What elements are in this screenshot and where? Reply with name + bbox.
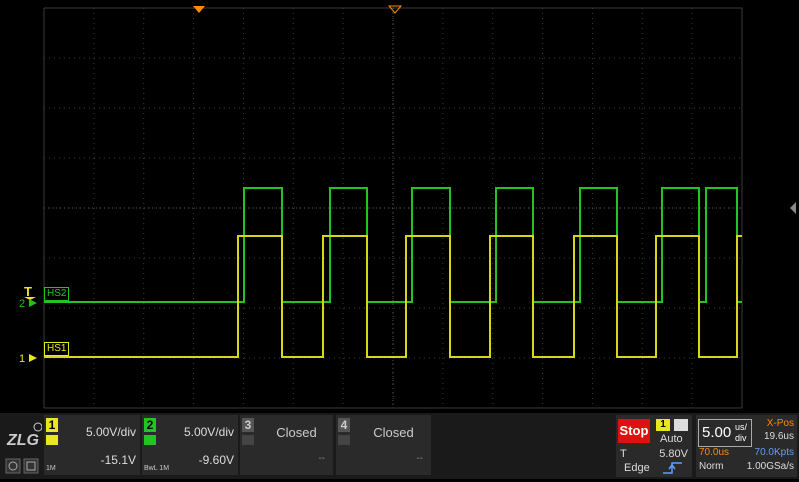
- trigger-mode: Auto: [660, 433, 683, 445]
- timebase-unit-bottom: div: [735, 433, 747, 443]
- ch4-offset: --: [416, 453, 423, 464]
- ch2-coupling-icon: [144, 435, 156, 445]
- sample-rate: 1.00GSa/s: [746, 461, 794, 472]
- edge-rising-icon: [663, 462, 682, 474]
- delay-value: 70.0us: [699, 447, 730, 458]
- ch4-status: Closed: [373, 425, 414, 440]
- ch2-label: HS2: [44, 287, 70, 301]
- ch2-offset: -9.60V: [198, 453, 234, 467]
- ch2-settings[interactable]: 2 5.00V/div -9.60V BwL 1M: [142, 415, 238, 475]
- ch1-number: 1: [46, 418, 58, 432]
- waveform-area[interactable]: T 2 1: [0, 0, 799, 413]
- acquisition-mode: Norm: [699, 461, 724, 472]
- status-bar: ZLG 1 5.00V/div -15.1V 1M 2 5.00V/div -9…: [0, 413, 799, 479]
- timebase-scale-box[interactable]: 5.00 us/ div: [698, 419, 752, 447]
- ch4-settings[interactable]: 4 Closed --: [336, 415, 431, 475]
- ch2-offset-marker[interactable]: 2: [19, 298, 25, 310]
- ch2-scale: 5.00V/div: [183, 425, 234, 439]
- ch1-impedance: 1M: [46, 465, 56, 472]
- ch3-settings[interactable]: 3 Closed --: [240, 415, 333, 475]
- trigger-source[interactable]: 1: [656, 419, 670, 431]
- trigger-type: Edge: [624, 462, 650, 474]
- zlg-logo: ZLG: [4, 415, 43, 477]
- xpos-label: X-Pos: [766, 418, 794, 429]
- timebase-unit-top: us/: [735, 422, 748, 432]
- ch1-label: HS1: [44, 342, 70, 356]
- memory-depth: 70.0Kpts: [754, 447, 794, 458]
- coupling-icon: [674, 419, 688, 431]
- ch1-scale: 5.00V/div: [85, 425, 136, 439]
- trigger-label: T: [620, 448, 627, 460]
- ch3-offset: --: [318, 453, 325, 464]
- trigger-level-marker[interactable]: T: [24, 284, 32, 299]
- ch1-settings[interactable]: 1 5.00V/div -15.1V 1M: [44, 415, 140, 475]
- run-stop-button[interactable]: Stop: [618, 419, 650, 443]
- oscilloscope-display: T 2 1 HS2 HS1: [0, 0, 799, 479]
- ch3-coupling-icon: [242, 435, 254, 445]
- xpos-value: 19.6us: [763, 431, 794, 442]
- ch4-coupling-icon: [338, 435, 350, 445]
- svg-text:ZLG: ZLG: [6, 432, 39, 449]
- timebase-scale: 5.00: [702, 424, 732, 441]
- ch3-number: 3: [242, 418, 254, 432]
- ch1-offset: -15.1V: [100, 453, 136, 467]
- ch4-number: 4: [338, 418, 350, 432]
- ch1-offset-marker[interactable]: 1: [19, 353, 25, 365]
- trigger-settings[interactable]: Stop 1 Auto T 5.80V Edge: [616, 415, 692, 477]
- trigger-level: 5.80V: [659, 448, 688, 460]
- timebase-settings[interactable]: 5.00 us/ div X-Pos 19.6us 70.0us 70.0Kpt…: [696, 415, 797, 477]
- ch3-status: Closed: [276, 425, 317, 440]
- ch2-impedance: BwL 1M: [144, 465, 170, 472]
- ch1-coupling-icon: [46, 435, 58, 445]
- ch2-number: 2: [144, 418, 156, 432]
